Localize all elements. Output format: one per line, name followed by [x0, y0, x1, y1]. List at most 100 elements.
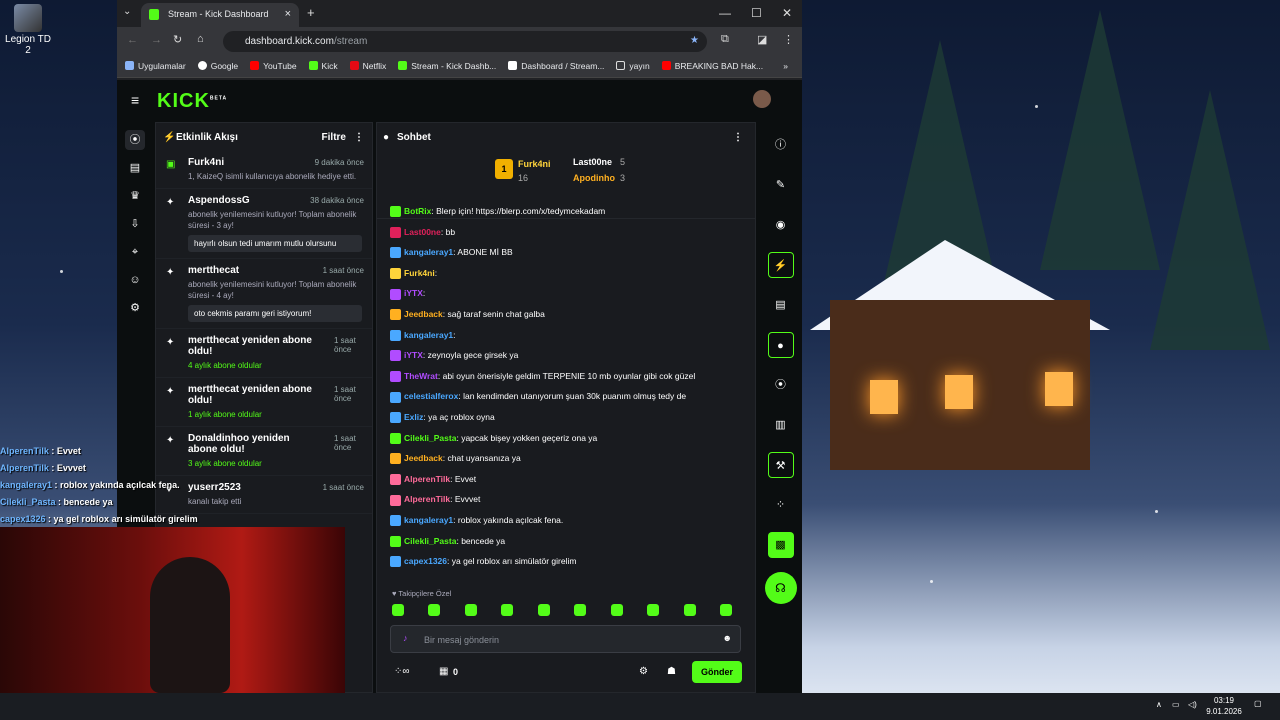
emote-icon[interactable]: [610, 604, 623, 616]
stack-icon[interactable]: ▥: [768, 412, 794, 438]
bookmark-kick[interactable]: Kick: [308, 61, 338, 71]
chat-username[interactable]: Cilekli_Pasta: [404, 536, 456, 546]
notes-icon[interactable]: ▤: [768, 292, 794, 318]
chat-username[interactable]: Last00ne: [404, 227, 441, 237]
address-bar[interactable]: dashboard.kick.com/stream ★: [223, 31, 707, 52]
overlay-username: capex1326: [0, 514, 46, 524]
broadcast-icon[interactable]: ⦿: [125, 130, 145, 150]
broadcast-icon[interactable]: ⦿: [768, 372, 794, 398]
chat-username[interactable]: kangaleray1: [404, 247, 453, 257]
mod-icon[interactable]: ☗: [667, 666, 676, 677]
chat-username[interactable]: kangaleray1: [404, 515, 453, 525]
volume-icon[interactable]: ◁): [1188, 700, 1197, 709]
community-icon[interactable]: ☺: [125, 270, 145, 290]
edit-pencil-icon[interactable]: ✎: [768, 172, 794, 198]
leader-name[interactable]: Furk4ni: [518, 159, 551, 169]
reload-icon[interactable]: ↻: [173, 33, 182, 46]
settings-gear-icon[interactable]: ⚙: [639, 666, 648, 677]
bookmark-breaking-bad[interactable]: BREAKING BAD Hak...: [661, 61, 763, 71]
emote-icon[interactable]: [574, 604, 587, 616]
user-badge-icon: [390, 247, 401, 259]
emote-icon[interactable]: [428, 604, 441, 616]
menu-icon[interactable]: ⋮: [783, 33, 794, 46]
chat-username[interactable]: Furk4ni: [404, 268, 435, 278]
chat-username[interactable]: Jeedback: [404, 309, 443, 319]
profile-icon[interactable]: ◪: [757, 33, 767, 46]
clapper-icon[interactable]: ▩: [767, 532, 794, 558]
emote-icon[interactable]: [537, 604, 550, 616]
chat-username[interactable]: celestialferox: [404, 391, 458, 401]
emote-icon[interactable]: [501, 604, 514, 616]
upload-icon[interactable]: ⇩: [125, 214, 145, 234]
camera-icon[interactable]: ◉: [768, 212, 794, 238]
mic-icon[interactable]: ♪: [403, 633, 408, 643]
chat-username[interactable]: BotRix: [404, 206, 431, 216]
minimize-icon[interactable]: —: [719, 6, 731, 20]
chat-username[interactable]: capex1326: [404, 556, 447, 566]
close-window-icon[interactable]: ✕: [782, 6, 792, 20]
more-bookmarks-icon[interactable]: »: [783, 61, 788, 71]
emote-icon[interactable]: [464, 604, 477, 616]
chat-username[interactable]: AlperenTilk: [404, 474, 450, 484]
emote-icon[interactable]: [647, 604, 660, 616]
tab-kick-dashboard[interactable]: Stream - Kick Dashboard ×: [141, 3, 299, 27]
bookmark-dashboard[interactable]: Dashboard / Stream...: [508, 61, 604, 71]
target-icon[interactable]: ⌖: [125, 242, 145, 262]
chat-username[interactable]: Cilekli_Pasta: [404, 433, 456, 443]
filter-button[interactable]: Filtre: [322, 132, 346, 143]
send-button[interactable]: Gönder: [692, 661, 742, 683]
kick-logo[interactable]: KICKBETA: [157, 90, 227, 113]
maximize-icon[interactable]: ☐: [751, 6, 762, 20]
leader-name[interactable]: Apodinho: [573, 173, 615, 183]
chat-bubble-icon[interactable]: ●: [767, 332, 794, 358]
bookmark-google[interactable]: Google: [197, 61, 238, 71]
bookmark-yayin[interactable]: yayın: [616, 61, 650, 71]
info-icon[interactable]: ⓘ: [768, 132, 794, 158]
close-tab-icon[interactable]: ×: [285, 8, 291, 20]
settings-gear-icon[interactable]: ⚙: [125, 298, 145, 318]
extensions-icon[interactable]: ⧉: [721, 33, 729, 46]
clock-date[interactable]: 9.01.2026: [1204, 707, 1244, 716]
tray-chevron-icon[interactable]: ∧: [1156, 700, 1162, 709]
notifications-icon[interactable]: ▢: [1254, 699, 1262, 708]
chat-username[interactable]: AlperenTilk: [404, 494, 450, 504]
trophy-icon[interactable]: ♛: [125, 186, 145, 206]
clock-time[interactable]: 03:19: [1206, 696, 1242, 705]
more-options-icon[interactable]: ⋮: [354, 132, 364, 143]
dots-icon[interactable]: ⁘: [768, 492, 794, 518]
emote-icon[interactable]: [719, 604, 732, 616]
chat-username[interactable]: iYTX: [404, 350, 423, 360]
chat-message: Cilekli_Pasta: bencede ya: [390, 531, 747, 552]
analytics-icon[interactable]: ▤: [125, 158, 145, 178]
bookmark-stream[interactable]: Stream - Kick Dashb...: [398, 61, 496, 71]
desktop-shortcut[interactable]: Legion TD 2: [4, 4, 52, 56]
points-icon[interactable]: ⁘∞: [394, 666, 410, 677]
bookmark-apps[interactable]: Uygulamalar: [125, 61, 186, 71]
wrench-icon[interactable]: ⚒: [767, 452, 794, 478]
hamburger-menu-icon[interactable]: ≡: [131, 92, 139, 108]
home-icon[interactable]: ⌂: [197, 33, 204, 45]
chat-username[interactable]: iYTX: [404, 288, 423, 298]
network-icon[interactable]: ▭: [1172, 700, 1180, 709]
tab-search-icon[interactable]: ⌄: [123, 6, 131, 17]
avatar[interactable]: [753, 90, 771, 108]
more-options-icon[interactable]: ⋮: [733, 132, 743, 143]
emote-icon[interactable]: [683, 604, 696, 616]
bookmark-youtube[interactable]: YouTube: [250, 61, 297, 71]
bookmark-star-icon[interactable]: ★: [690, 35, 699, 46]
back-icon[interactable]: ←: [127, 34, 138, 46]
new-tab-icon[interactable]: +: [307, 5, 315, 20]
chat-username[interactable]: Jeedback: [404, 453, 443, 463]
chat-input[interactable]: ♪ Bir mesaj gönderin ☻: [390, 625, 741, 653]
chat-username[interactable]: Exliz: [404, 412, 423, 422]
chat-username[interactable]: kangaleray1: [404, 330, 453, 340]
bookmark-netflix[interactable]: Netflix: [349, 61, 386, 71]
support-headset-icon[interactable]: ☊: [764, 572, 797, 604]
leader-name[interactable]: Last00ne: [573, 157, 612, 167]
forward-icon[interactable]: →: [151, 34, 162, 46]
emoji-icon[interactable]: ☻: [723, 633, 732, 643]
emote-icon[interactable]: [392, 604, 404, 616]
chat-username[interactable]: TheWrat: [404, 371, 438, 381]
store-icon[interactable]: ▦: [439, 666, 448, 677]
bolt-icon[interactable]: ⚡: [767, 252, 794, 278]
